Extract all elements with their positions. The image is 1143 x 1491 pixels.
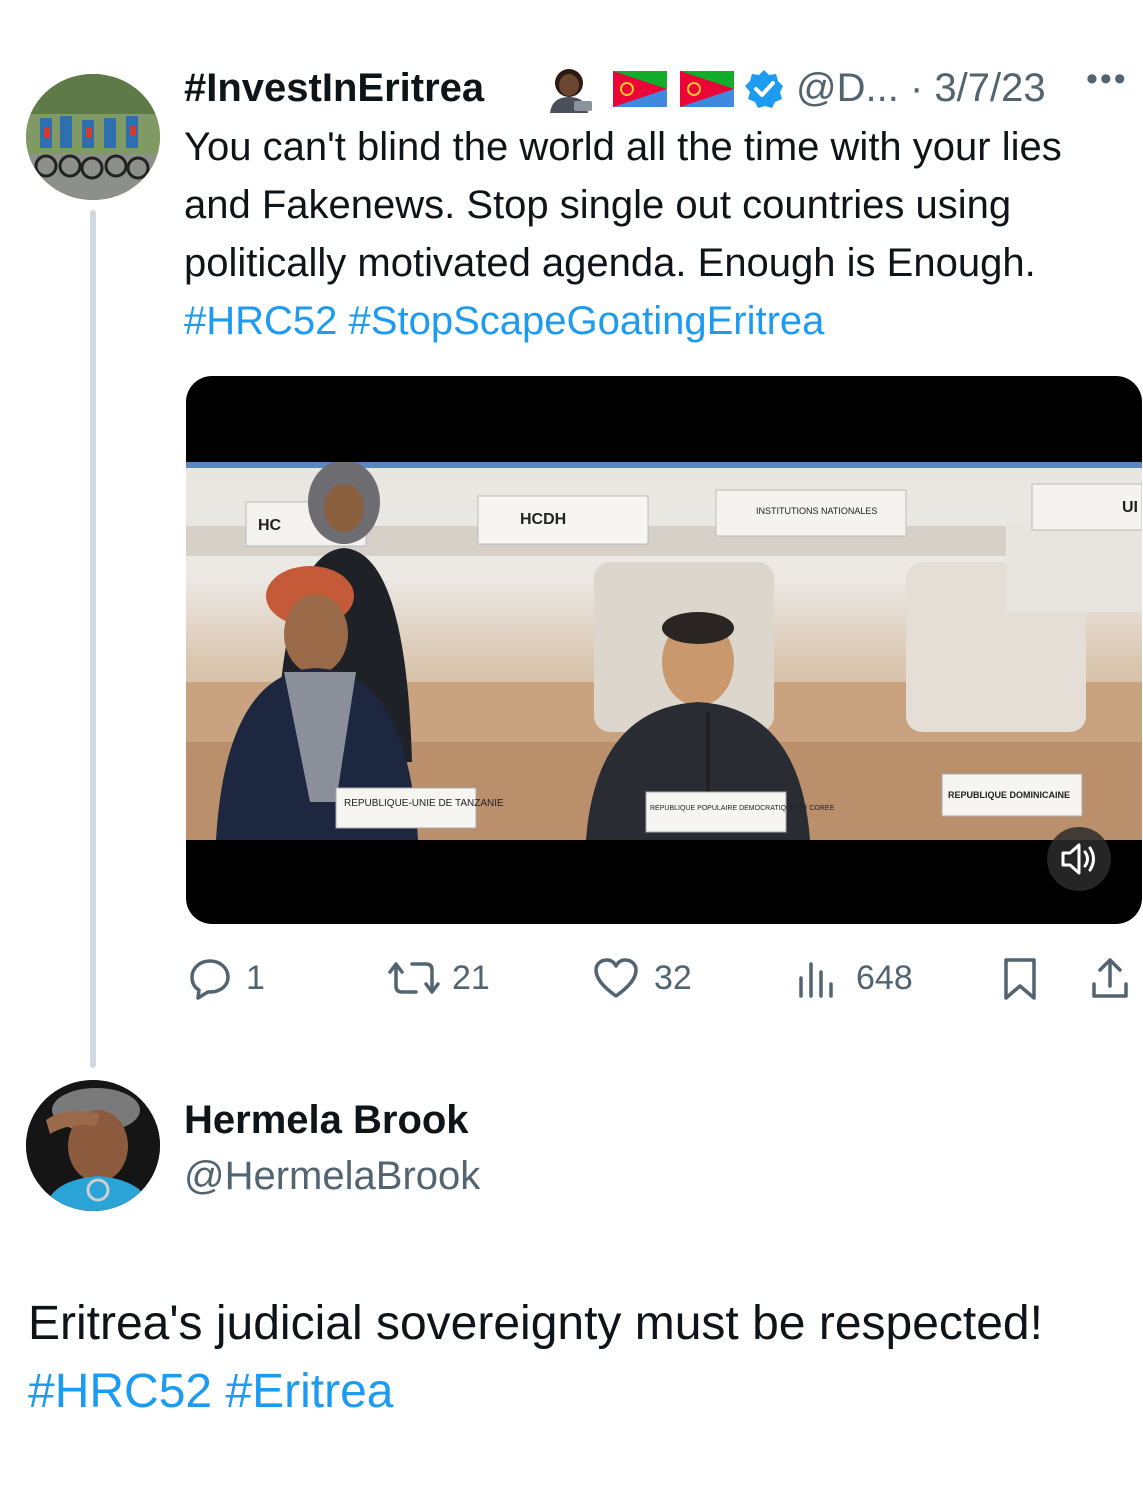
eritrea-flag-icon bbox=[613, 71, 667, 107]
placard-tanzanie: REPUBLIQUE-UNIE DE TANZANIE bbox=[344, 798, 504, 809]
placard-hcdh: HCDH bbox=[520, 511, 566, 528]
thread-connector-line bbox=[90, 210, 96, 1068]
woman-technologist-emoji-icon bbox=[542, 67, 596, 113]
like-count: 32 bbox=[654, 959, 692, 997]
more-horizontal-icon[interactable]: ••• bbox=[1086, 60, 1128, 99]
verified-badge-icon bbox=[743, 68, 785, 110]
placard-coree: REPUBLIQUE POPULAIRE DEMOCRATIQUE DE COR… bbox=[650, 805, 835, 812]
reply-author-name[interactable]: Hermela Brook bbox=[184, 1094, 469, 1146]
video-frame: HC HCDH INSTITUTIONS NATIONALES UI REPUB… bbox=[186, 462, 1142, 840]
bookmark-icon[interactable] bbox=[998, 956, 1042, 1000]
tweet-text: You can't blind the world all the time w… bbox=[184, 118, 1134, 350]
reply-text: Eritrea's judicial sovereignty must be r… bbox=[28, 1290, 1128, 1426]
hashtag-stopscapegoatingeritrea[interactable]: #StopScapeGoatingEritrea bbox=[349, 299, 825, 343]
placard-institutions-nationales: INSTITUTIONS NATIONALES bbox=[756, 506, 877, 516]
placard-ui: UI bbox=[1122, 499, 1138, 516]
author-avatar[interactable] bbox=[26, 74, 160, 200]
retweet-icon[interactable] bbox=[386, 956, 442, 1000]
views-analytics-icon[interactable] bbox=[796, 956, 840, 1000]
hashtag-hrc52[interactable]: #HRC52 bbox=[184, 299, 337, 343]
retweet-count: 21 bbox=[452, 959, 490, 997]
placard-hc: HC bbox=[258, 517, 282, 534]
speaker-icon[interactable] bbox=[1047, 827, 1111, 891]
author-name[interactable]: #InvestInEritrea bbox=[184, 62, 484, 114]
views-count: 648 bbox=[856, 959, 913, 997]
video-player[interactable]: HC HCDH INSTITUTIONS NATIONALES UI REPUB… bbox=[186, 376, 1142, 924]
eritrea-flag-icon bbox=[680, 71, 734, 107]
author-handle-date[interactable]: @D... · 3/7/23 bbox=[796, 62, 1046, 114]
hashtag-eritrea[interactable]: #Eritrea bbox=[225, 1365, 393, 1418]
reply-icon[interactable] bbox=[188, 956, 232, 1000]
share-icon[interactable] bbox=[1088, 956, 1132, 1000]
reply-author-avatar[interactable] bbox=[26, 1080, 160, 1211]
reply-count: 1 bbox=[246, 959, 265, 997]
reply-body: Eritrea's judicial sovereignty must be r… bbox=[28, 1297, 1043, 1350]
placard-dominicaine: REPUBLIQUE DOMINICAINE bbox=[948, 790, 1070, 800]
hashtag-hrc52-reply[interactable]: #HRC52 bbox=[28, 1365, 212, 1418]
like-heart-icon[interactable] bbox=[592, 956, 640, 1000]
tweet-body: You can't blind the world all the time w… bbox=[184, 125, 1062, 285]
reply-author-handle[interactable]: @HermelaBrook bbox=[184, 1150, 480, 1202]
